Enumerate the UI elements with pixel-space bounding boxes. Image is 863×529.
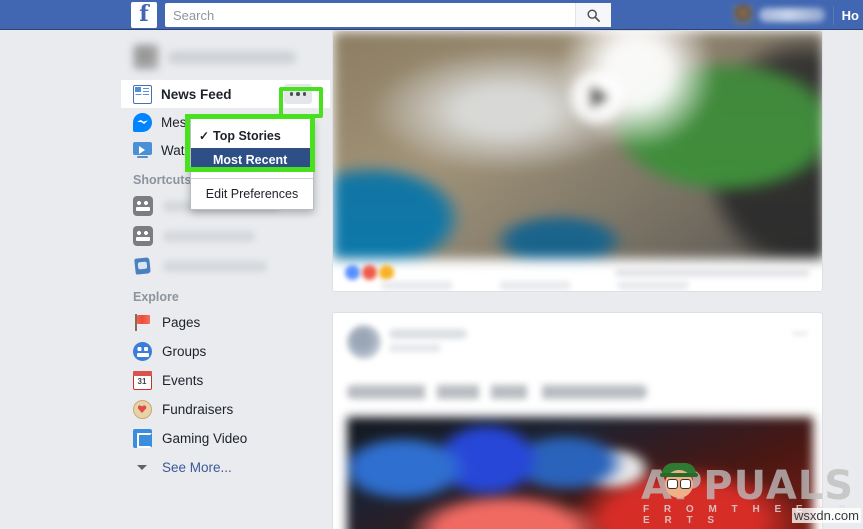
heart-coin-icon	[133, 400, 152, 419]
like-button[interactable]	[381, 281, 453, 290]
comment-button[interactable]	[499, 281, 571, 290]
explore-item-label: Groups	[162, 344, 207, 359]
top-nav-right: Ho	[731, 0, 863, 30]
explore-item-label: See More...	[162, 460, 232, 475]
mascot-hat-brim	[660, 473, 698, 477]
sidebar-item-label: Mess	[161, 114, 194, 130]
nav-divider	[832, 5, 834, 25]
dropdown-item-most-recent[interactable]: Most Recent	[191, 148, 313, 172]
group-icon	[133, 226, 153, 246]
gaming-controller-icon	[133, 429, 152, 448]
dropdown-item-label: Edit Preferences	[205, 187, 299, 201]
chevron-down-icon	[133, 458, 152, 477]
haha-icon	[379, 265, 394, 280]
sidebar-item-pages[interactable]: Pages	[121, 308, 330, 337]
sidebar-avatar	[133, 44, 159, 70]
watch-icon	[133, 141, 152, 160]
love-icon	[362, 265, 377, 280]
explore-item-label: Gaming Video	[162, 431, 248, 446]
shortcut-item[interactable]	[121, 221, 330, 251]
sidebar-item-groups[interactable]: Groups	[121, 337, 330, 366]
dropdown-item-label: Top Stories	[213, 129, 281, 143]
groups-icon	[133, 342, 152, 361]
watch-stand	[137, 155, 148, 158]
dropdown-item-top-stories[interactable]: ✓ Top Stories	[191, 124, 313, 148]
book-icon	[133, 256, 153, 276]
feed-post	[332, 30, 823, 292]
facebook-news-feed-page: f Ho News Feed	[0, 0, 863, 529]
post-options-icon[interactable]	[792, 331, 808, 336]
sidebar-item-events[interactable]: Events	[121, 366, 330, 395]
post-image[interactable]	[333, 31, 822, 259]
home-link[interactable]: Ho	[842, 8, 863, 23]
left-sidebar: News Feed Mess Watc Shortcuts Explore Pa…	[121, 30, 330, 529]
sidebar-profile-item[interactable]	[133, 40, 322, 74]
group-icon	[133, 196, 153, 216]
news-feed-column: APPUALS F R O M T H E E X P E R T S wsxd…	[330, 30, 863, 529]
sidebar-see-more[interactable]: See More...	[121, 453, 330, 482]
explore-item-label: Events	[162, 373, 204, 388]
explore-item-label: Pages	[162, 315, 201, 330]
sidebar-item-label: Watc	[161, 142, 192, 158]
post-author-avatar[interactable]	[347, 325, 381, 359]
sidebar-item-news-feed[interactable]: News Feed	[121, 80, 330, 108]
mascot-glasses	[667, 479, 691, 489]
play-button-icon[interactable]	[571, 71, 623, 123]
news-feed-icon	[133, 84, 152, 104]
sidebar-item-label: News Feed	[161, 86, 232, 102]
search-button[interactable]	[575, 3, 611, 27]
watermark: APPUALS F R O M T H E E X P E R T S wsxd…	[631, 459, 863, 526]
dropdown-item-edit-preferences[interactable]: Edit Preferences	[191, 179, 313, 209]
explore-item-label: Fundraisers	[162, 402, 234, 417]
flag-icon	[133, 313, 152, 332]
top-navigation-bar: f Ho	[0, 0, 863, 30]
three-dots-icon	[296, 92, 300, 96]
explore-heading: Explore	[133, 290, 179, 304]
sidebar-profile-name	[168, 50, 296, 64]
messenger-icon	[133, 112, 152, 132]
three-dots-icon	[289, 92, 294, 96]
share-button[interactable]	[617, 281, 689, 290]
post-engagement-counts	[615, 268, 810, 277]
profile-name[interactable]	[758, 8, 825, 22]
shortcut-item[interactable]	[121, 251, 330, 281]
search-icon	[587, 8, 600, 22]
news-feed-sort-dropdown: ✓ Top Stories Most Recent Edit Preferenc…	[190, 118, 314, 210]
facebook-logo[interactable]: f	[131, 2, 157, 28]
post-author-name[interactable]	[389, 329, 467, 339]
dropdown-item-label: Most Recent	[213, 153, 288, 167]
mascot-icon	[660, 461, 699, 499]
post-timestamp	[389, 344, 441, 352]
watermark-url: wsxdn.com	[791, 508, 861, 523]
like-icon	[345, 265, 360, 280]
feed-right-gutter	[827, 30, 863, 529]
shortcut-label	[163, 260, 267, 272]
avatar[interactable]	[731, 4, 754, 26]
post-action-bar	[333, 281, 822, 291]
news-feed-options-button[interactable]	[284, 84, 312, 104]
post-reactions[interactable]	[345, 265, 394, 280]
post-text	[347, 385, 647, 399]
sidebar-item-fundraisers[interactable]: Fundraisers	[121, 395, 330, 424]
calendar-icon	[132, 370, 152, 390]
search-bar	[165, 3, 611, 27]
three-dots-icon	[302, 92, 307, 96]
shortcut-label	[163, 230, 255, 242]
sidebar-item-gaming-video[interactable]: Gaming Video	[121, 424, 330, 453]
check-icon: ✓	[199, 129, 210, 143]
search-input[interactable]	[165, 4, 575, 26]
